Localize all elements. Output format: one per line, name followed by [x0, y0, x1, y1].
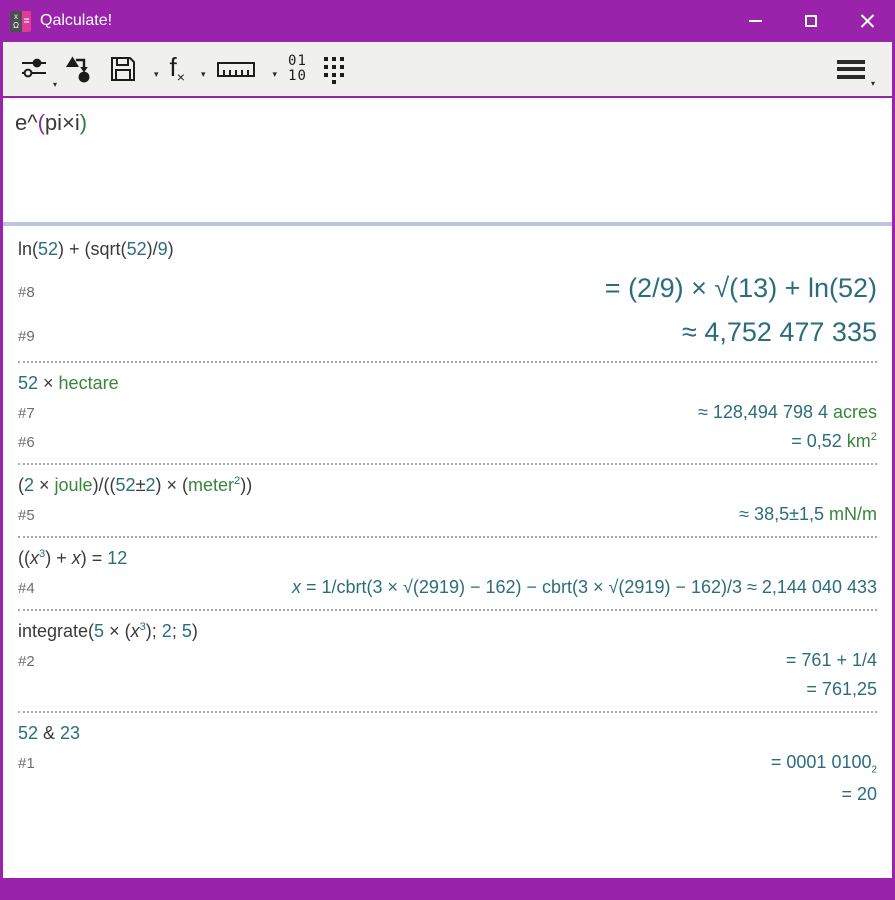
history-separator	[18, 609, 877, 611]
window-title: Qalculate!	[40, 12, 112, 30]
history-result: = 761,25	[806, 679, 877, 700]
history-expression[interactable]: integrate(5 × (x3); 2; 5)	[18, 621, 877, 642]
app-icon-equals: =	[22, 11, 31, 32]
history-block: 52 × hectare #7 ≈ 128,494 798 4 acres #6…	[18, 373, 877, 452]
keypad-button[interactable]	[317, 50, 351, 88]
history-block: (2 × joule)/((52±2) × (meter2)) #5 ≈ 38,…	[18, 475, 877, 525]
history-result: x = 1/cbrt(3 × √(2919) − 162) − cbrt(3 ×…	[292, 577, 877, 598]
convert-icon	[63, 53, 95, 85]
history-result-row[interactable]: #6 = 0,52 km2	[18, 431, 877, 452]
history-result: = 761 + 1/4	[786, 650, 877, 671]
sliders-icon	[20, 54, 50, 84]
expression-text: e^(pi×i)	[15, 110, 87, 135]
hamburger-icon	[837, 56, 865, 82]
history-expression[interactable]: ln(52) + (sqrt(52)/9)	[18, 239, 877, 260]
ruler-icon	[216, 54, 256, 84]
minimize-icon	[749, 20, 762, 22]
history-index: #7	[18, 405, 35, 422]
history-index: #6	[18, 434, 35, 451]
maximize-icon	[805, 15, 817, 27]
history-separator	[18, 711, 877, 713]
history-result: = 0,52 km2	[791, 431, 877, 452]
history-result-row[interactable]: #4 x = 1/cbrt(3 × √(2919) − 162) − cbrt(…	[18, 577, 877, 598]
history-result-row[interactable]: #7 ≈ 128,494 798 4 acres	[18, 402, 877, 423]
history-index: #4	[18, 580, 35, 597]
history-panel[interactable]: ln(52) + (sqrt(52)/9) #8 = (2/9) × √(13)…	[3, 226, 892, 878]
keypad-icon	[320, 53, 348, 85]
history-result-row[interactable]: #5 ≈ 38,5±1,5 mN/m	[18, 504, 877, 525]
history-result-row[interactable]: = 761,25	[18, 679, 877, 700]
functions-dropdown[interactable]: ▾	[201, 69, 206, 80]
history-result-row[interactable]: #9 ≈ 4,752 477 335	[18, 317, 877, 348]
history-expression[interactable]: 52 × hectare	[18, 373, 877, 394]
history-result: = (2/9) × √(13) + ln(52)	[605, 273, 877, 304]
app-icon-omega: Ω	[13, 22, 19, 30]
history-separator	[18, 361, 877, 363]
history-block: ((x3) + x) = 12 #4 x = 1/cbrt(3 × √(2919…	[18, 548, 877, 598]
history-separator	[18, 463, 877, 465]
history-block: 52 & 23 #1 = 0001 01002 = 20	[18, 723, 877, 805]
history-index: #9	[18, 328, 35, 345]
history-expression[interactable]: (2 × joule)/((52±2) × (meter2))	[18, 475, 877, 496]
history-result: ≈ 38,5±1,5 mN/m	[739, 504, 877, 525]
history-expression[interactable]: 52 & 23	[18, 723, 877, 744]
history-separator	[18, 536, 877, 538]
window-controls	[727, 0, 895, 42]
toolbar: ▾ ▾ f× ▾	[3, 42, 892, 98]
history-result-row[interactable]: #1 = 0001 01002	[18, 752, 877, 776]
history-index: #5	[18, 507, 35, 524]
history-block: ln(52) + (sqrt(52)/9) #8 = (2/9) × √(13)…	[18, 239, 877, 348]
close-icon	[860, 14, 875, 29]
history-result: ≈ 128,494 798 4 acres	[698, 402, 877, 423]
convert-button[interactable]	[60, 50, 98, 88]
history-result: = 20	[841, 784, 877, 805]
history-index: #8	[18, 284, 35, 301]
app-icon: x Ω =	[10, 11, 31, 32]
titlebar: x Ω = Qalculate!	[0, 0, 895, 42]
qalculate-window: x Ω = Qalculate! ▾	[0, 0, 895, 900]
history-expression[interactable]: ((x3) + x) = 12	[18, 548, 877, 569]
window-bottom-border	[0, 878, 895, 900]
history-index: #2	[18, 653, 35, 670]
app-icon-x: x	[14, 13, 18, 21]
menu-caret-icon: ▾	[871, 79, 875, 88]
fx-icon: f×	[170, 54, 185, 84]
history-result-row[interactable]: = 20	[18, 784, 877, 805]
maximize-button[interactable]	[783, 0, 839, 42]
units-dropdown[interactable]: ▾	[272, 69, 277, 80]
history-block: integrate(5 × (x3); 2; 5) #2 = 761 + 1/4…	[18, 621, 877, 700]
expression-input[interactable]: e^(pi×i)	[3, 98, 892, 226]
menu-button[interactable]: ▾	[831, 52, 871, 86]
close-button[interactable]	[839, 0, 895, 42]
save-icon	[108, 54, 138, 84]
history-result-row[interactable]: #8 = (2/9) × √(13) + ln(52)	[18, 273, 877, 304]
number-bases-button[interactable]: 01 10	[285, 51, 310, 86]
app-icon-left: x Ω	[10, 11, 22, 32]
save-button[interactable]	[105, 51, 141, 87]
number-bases-icon: 01 10	[288, 54, 307, 83]
history-result: = 0001 01002	[771, 752, 877, 776]
functions-button[interactable]: f×	[167, 51, 188, 87]
save-dropdown[interactable]: ▾	[154, 69, 159, 80]
history-index: #1	[18, 755, 35, 772]
history-result: ≈ 4,752 477 335	[682, 317, 877, 348]
units-button[interactable]	[213, 51, 259, 87]
history-result-row[interactable]: #2 = 761 + 1/4	[18, 650, 877, 671]
mode-settings-button[interactable]: ▾	[17, 51, 53, 87]
dropdown-caret-icon: ▾	[53, 80, 57, 89]
minimize-button[interactable]	[727, 0, 783, 42]
